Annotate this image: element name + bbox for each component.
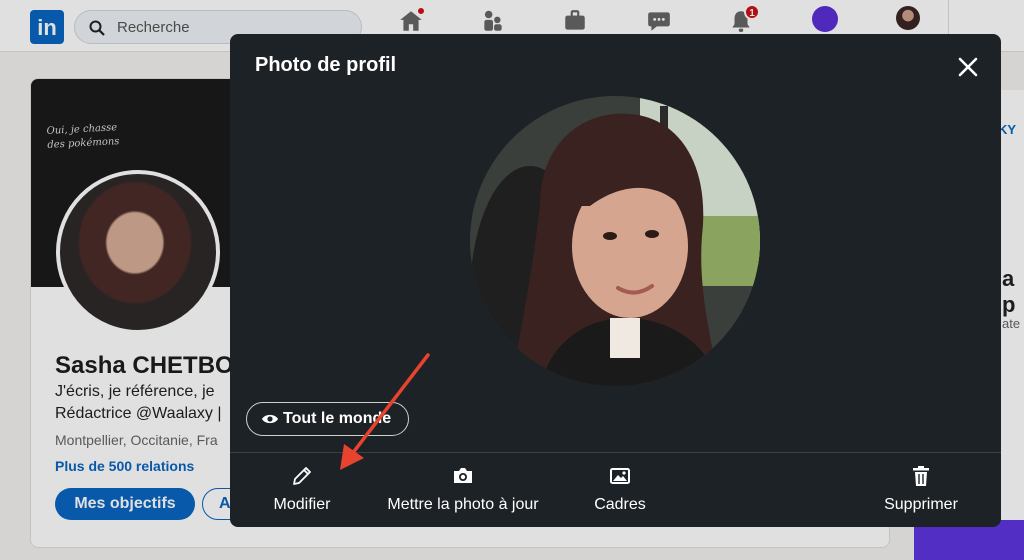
delete-photo-button[interactable]: Supprimer: [876, 464, 966, 516]
annotation-arrow: [340, 353, 430, 470]
modal-title: Photo de profil: [255, 54, 397, 76]
edit-photo-label: Modifier: [273, 496, 331, 513]
frames-label: Cadres: [594, 496, 646, 513]
close-icon: [958, 57, 978, 77]
delete-photo-label: Supprimer: [884, 496, 958, 513]
eye-icon: [262, 414, 278, 424]
frames-button[interactable]: Cadres: [582, 464, 658, 516]
camera-icon: [454, 468, 472, 483]
frame-icon: [610, 468, 630, 484]
close-button[interactable]: [955, 54, 981, 80]
update-photo-label: Mettre la photo à jour: [387, 496, 539, 513]
profile-photo-preview: [470, 96, 760, 386]
pencil-icon: [293, 467, 311, 485]
trash-icon: [913, 466, 929, 486]
